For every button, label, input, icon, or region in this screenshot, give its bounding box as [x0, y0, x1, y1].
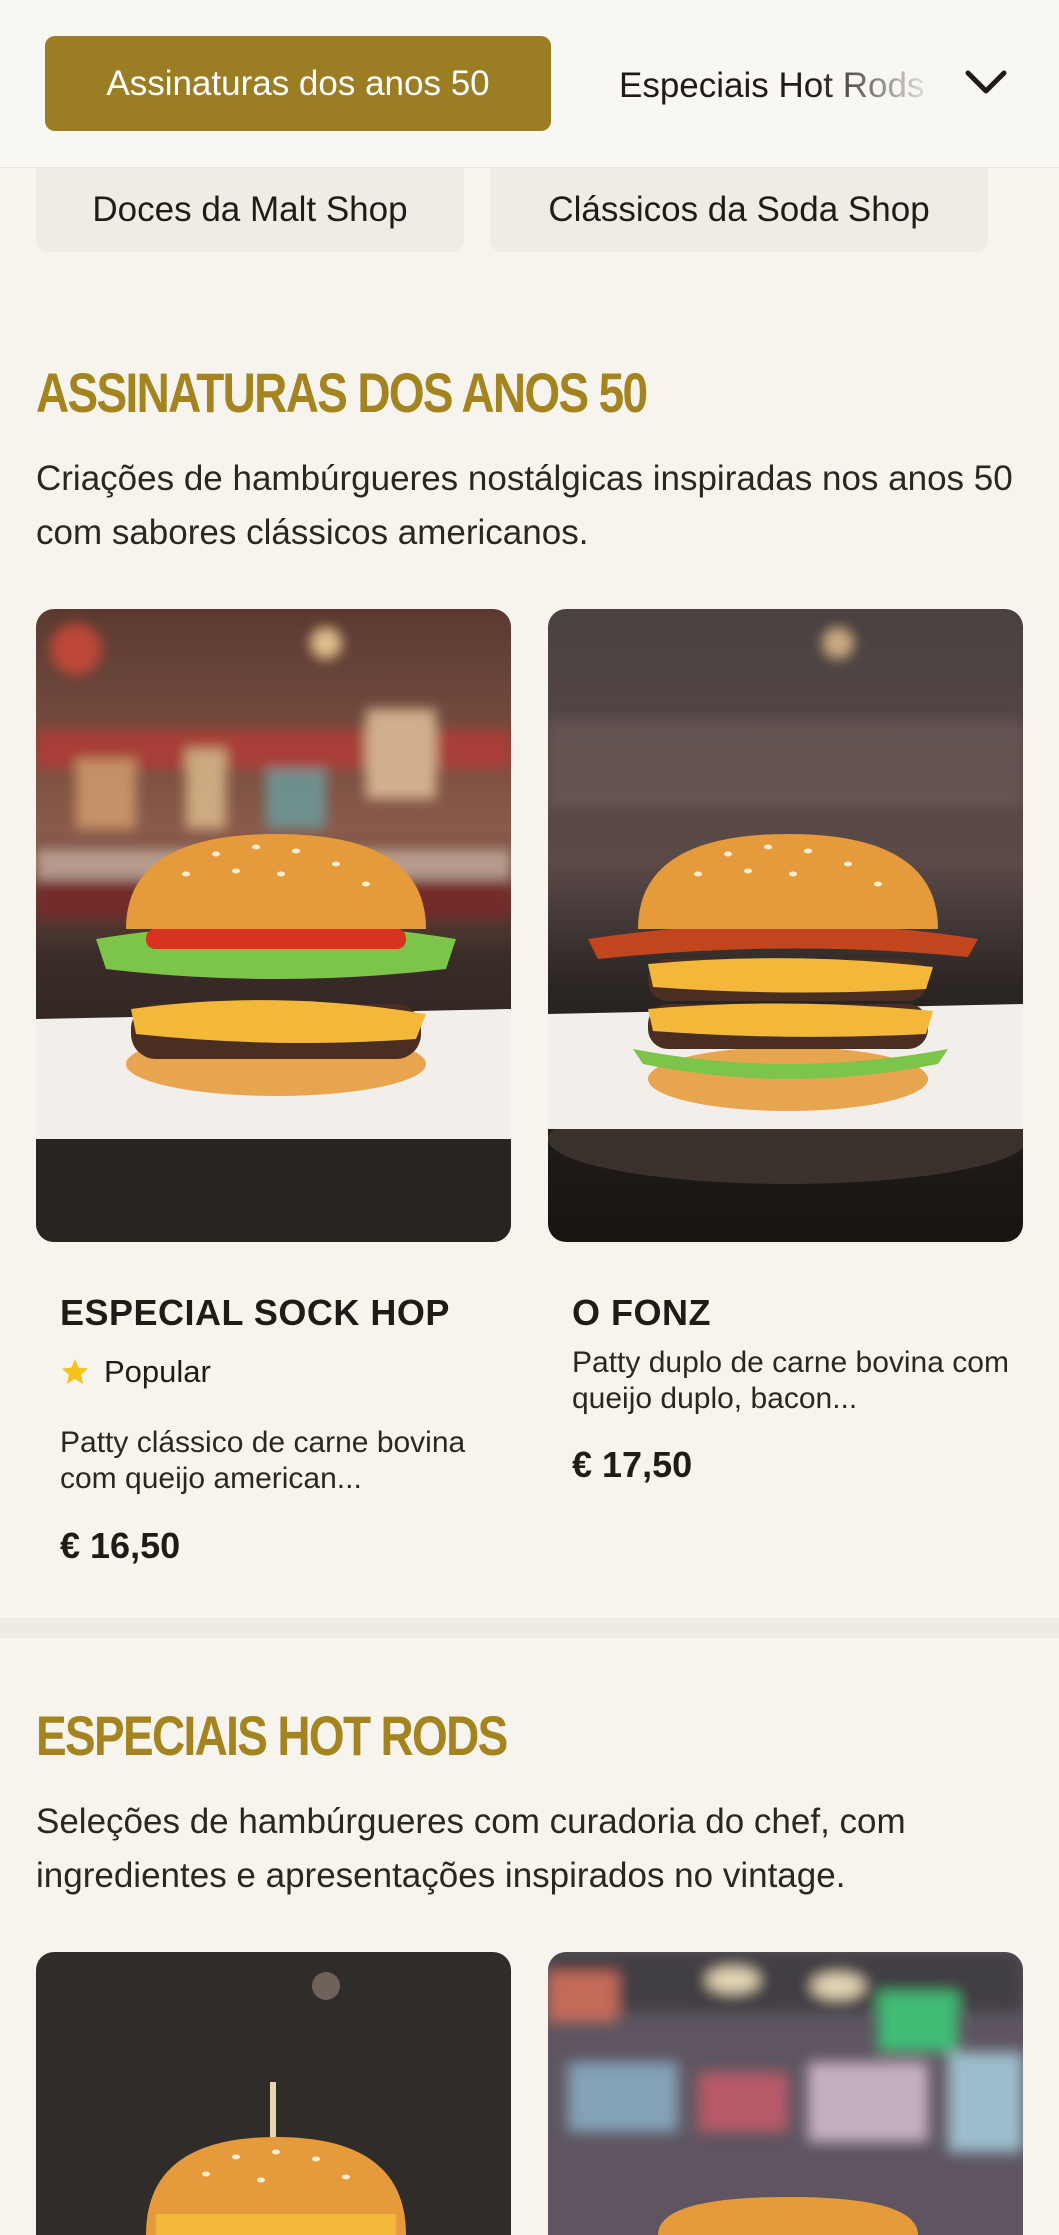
- chevron-down-icon[interactable]: [962, 64, 1010, 100]
- menu-item-price: € 16,50: [60, 1525, 181, 1566]
- category-nav: Assinaturas dos anos 50 Especiais Hot Ro…: [0, 0, 1059, 168]
- tab-doces-malt-shop[interactable]: Doces da Malt Shop: [36, 168, 464, 252]
- popular-badge: Popular: [60, 1354, 211, 1390]
- star-icon: [61, 1358, 89, 1384]
- tab-classicos-soda-shop[interactable]: Clássicos da Soda Shop: [490, 168, 988, 252]
- menu-item-description: Patty clássico de carne bovina com queij…: [60, 1426, 466, 1495]
- menu-item-description: Patty duplo de carne bovina com queijo d…: [572, 1346, 1009, 1415]
- section-description: Criações de hambúrgueres nostálgicas ins…: [36, 459, 1013, 552]
- menu-item-image[interactable]: [36, 1952, 511, 2235]
- popular-badge-label: Popular: [104, 1354, 211, 1389]
- menu-item-name: O FONZ: [572, 1292, 711, 1333]
- section-title: ASSINATURAS DOS ANOS 50: [36, 361, 648, 424]
- section-divider: [0, 1618, 1059, 1638]
- section-description: Seleções de hambúrgueres com curadoria d…: [36, 1802, 906, 1895]
- section-title: ESPECIAIS HOT RODS: [36, 1704, 508, 1767]
- menu-item-price: € 17,50: [572, 1444, 693, 1485]
- menu-item-image[interactable]: [548, 1952, 1023, 2235]
- menu-item-image[interactable]: [548, 609, 1023, 1242]
- tab-especiais-hot-rods[interactable]: Especiais Hot Rods: [619, 56, 939, 116]
- menu-item-name: ESPECIAL SOCK HOP: [60, 1292, 450, 1333]
- menu-item-image[interactable]: [36, 609, 511, 1242]
- tab-assinaturas[interactable]: Assinaturas dos anos 50: [45, 36, 551, 131]
